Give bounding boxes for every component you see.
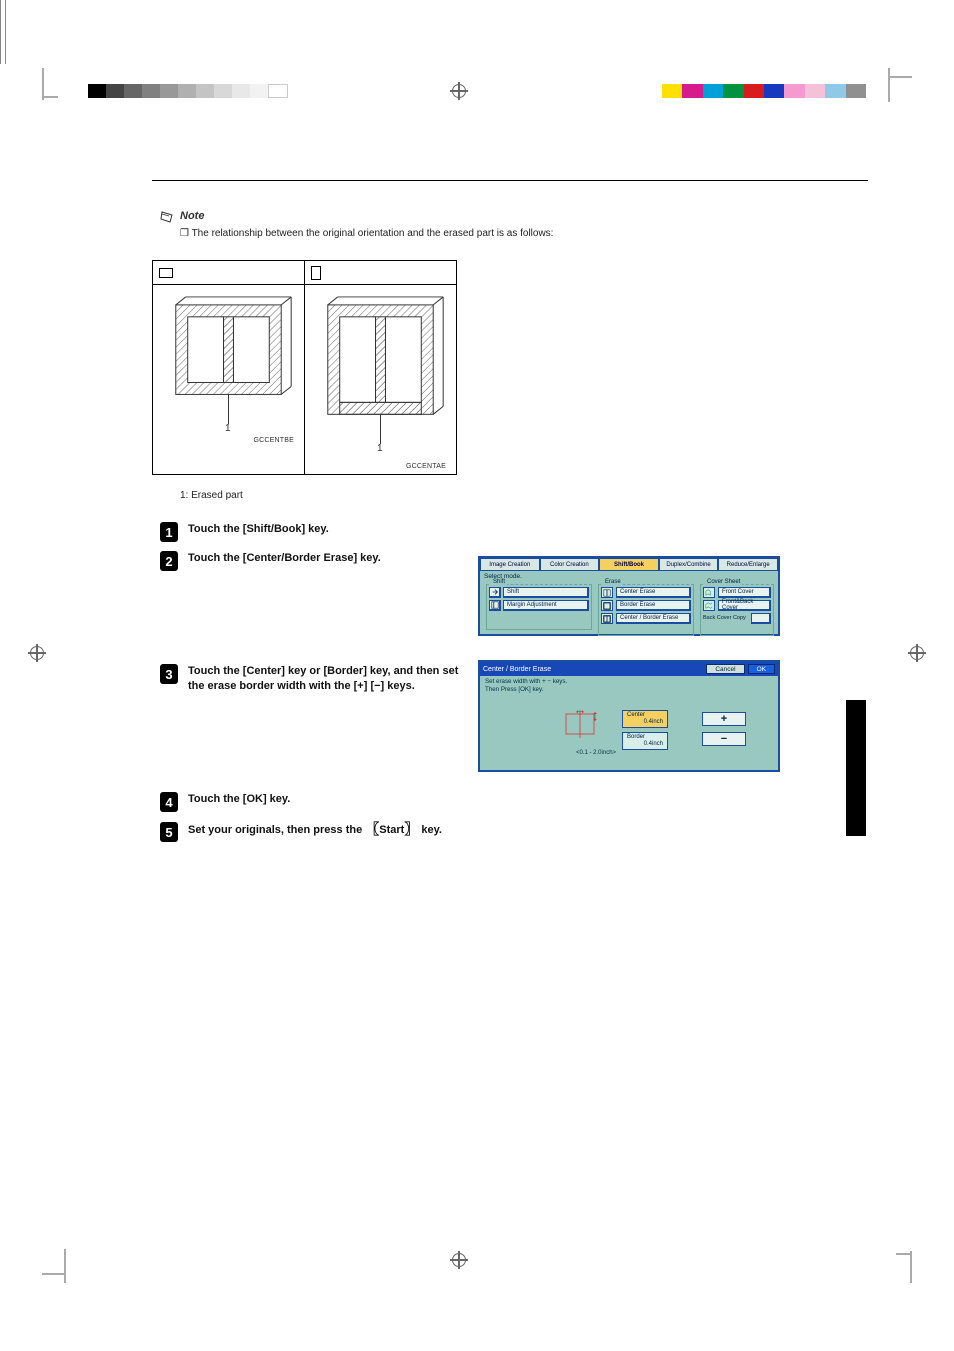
shift-book-tab-panel: Image Creation Color Creation Shift/Book…: [478, 556, 780, 636]
step-number-icon: 2: [160, 551, 178, 571]
shift-button[interactable]: Shift: [503, 587, 589, 598]
ok-button[interactable]: OK: [748, 664, 775, 674]
orientation-erase-diagram: 1 GCCENTBE 1: [152, 260, 457, 475]
border-select-button[interactable]: Border 0.4inch: [622, 732, 668, 750]
color-calibration-bar: [662, 84, 866, 98]
step-number-icon: 1: [160, 522, 178, 542]
center-erase-icon: [601, 587, 613, 598]
tab-color-creation[interactable]: Color Creation: [540, 558, 600, 571]
front-cover-button[interactable]: Front Cover: [718, 587, 771, 598]
erased-part-label: 1: Erased part: [180, 490, 243, 501]
center-border-erase-landscape-figure: [153, 285, 304, 474]
minus-button[interactable]: −: [702, 732, 746, 746]
step-4-text: Touch the [OK] key.: [188, 792, 290, 807]
registration-mark-top: [450, 82, 468, 100]
center-border-erase-icon: [601, 613, 613, 624]
dialog-title-bar: Center / Border Erase Cancel OK: [480, 662, 778, 676]
center-select-button[interactable]: Center 0.4inch: [622, 710, 668, 728]
shift-arrow-button[interactable]: [489, 587, 501, 598]
landscape-orientation-icon: [159, 268, 173, 278]
range-label: <0.1 - 2.0inch>: [576, 750, 616, 756]
front-back-cover-icon: [703, 600, 715, 611]
center-border-erase-button[interactable]: Center / Border Erase: [616, 613, 691, 624]
center-erase-button[interactable]: Center Erase: [616, 587, 691, 598]
step-2-text: Touch the [Center/Border Erase] key.: [188, 551, 381, 566]
note-label: Note: [180, 210, 204, 222]
back-cover-toggle[interactable]: [751, 613, 771, 624]
shift-group-legend: Shift: [491, 579, 507, 585]
crop-mark-tr: [880, 68, 912, 100]
front-cover-icon: [703, 587, 715, 598]
tab-shift-book[interactable]: Shift/Book: [599, 558, 659, 571]
border-select-label: Border: [627, 734, 663, 741]
center-value: 0.4inch: [627, 719, 663, 726]
crop-mark-tl2: [0, 0, 6, 32]
tab-duplex-combine[interactable]: Duplex/Combine: [659, 558, 719, 571]
registration-mark-left: [28, 644, 46, 662]
dialog-hint: Set erase width with + − keys. Then Pres…: [480, 676, 778, 696]
registration-mark-right: [908, 644, 926, 662]
step-3-text: Touch the [Center] key or [Border] key, …: [188, 664, 460, 694]
tab-image-creation[interactable]: Image Creation: [480, 558, 540, 571]
registration-mark-bottom: [450, 1251, 468, 1269]
plus-button[interactable]: +: [702, 712, 746, 726]
step-1-text: Touch the [Shift/Book] key.: [188, 522, 329, 537]
center-border-erase-dialog: Center / Border Erase Cancel OK Set eras…: [478, 660, 780, 772]
crop-mark-br2: [0, 32, 6, 64]
crop-mark-br: [880, 1251, 912, 1283]
portrait-orientation-icon: [311, 266, 321, 280]
shift-group: Shift Shift Margin Adjustment: [486, 584, 592, 630]
diagram-right-number: 1: [377, 443, 383, 454]
grayscale-calibration-bar: [88, 84, 288, 98]
dialog-title: Center / Border Erase: [483, 666, 551, 673]
step-3: 3 Touch the [Center] key or [Border] key…: [160, 664, 460, 694]
step-number-icon: 3: [160, 664, 178, 684]
margin-adjustment-button[interactable]: Margin Adjustment: [503, 600, 589, 611]
note-icon: [160, 210, 174, 224]
border-erase-button[interactable]: Border Erase: [616, 600, 691, 611]
border-value: 0.4inch: [627, 741, 663, 748]
erase-width-diagram-icon: [562, 710, 598, 738]
crop-mark-tl: [42, 68, 74, 100]
step-4: 4 Touch the [OK] key.: [160, 792, 290, 812]
tab-bar: Image Creation Color Creation Shift/Book…: [480, 558, 778, 571]
cover-sheet-legend: Cover Sheet: [705, 579, 742, 585]
step-2: 2 Touch the [Center/Border Erase] key.: [160, 551, 460, 571]
page-top-rule: [152, 180, 868, 181]
diagram-left-number: 1: [225, 423, 231, 434]
crop-mark-bl: [42, 1251, 74, 1283]
note-text: ❒ The relationship between the original …: [180, 228, 553, 239]
back-cover-copy-label: Back Cover Copy: [703, 616, 748, 622]
margin-icon-button[interactable]: [489, 600, 501, 611]
cover-sheet-group: Cover Sheet Front Cover Front&Back Cover…: [700, 584, 774, 636]
erase-group-legend: Erase: [603, 579, 623, 585]
center-select-label: Center: [627, 712, 663, 719]
step-5: 5 Set your originals, then press the 〖St…: [160, 822, 480, 842]
diagram-right-caption: GCCENTAE: [406, 463, 446, 470]
page-section-tab: [846, 700, 866, 836]
step-5-text: Set your originals, then press the 〖Star…: [188, 822, 442, 841]
cancel-button[interactable]: Cancel: [706, 664, 744, 674]
tab-reduce-enlarge[interactable]: Reduce/Enlarge: [718, 558, 778, 571]
erase-group: Erase Center Erase Border Erase Center /…: [598, 584, 694, 636]
step-number-icon: 4: [160, 792, 178, 812]
border-erase-icon: [601, 600, 613, 611]
front-back-cover-button[interactable]: Front&Back Cover: [718, 600, 771, 611]
step-number-icon: 5: [160, 822, 178, 842]
diagram-left-caption: GCCENTBE: [254, 437, 295, 444]
step-1: 1 Touch the [Shift/Book] key.: [160, 522, 329, 542]
